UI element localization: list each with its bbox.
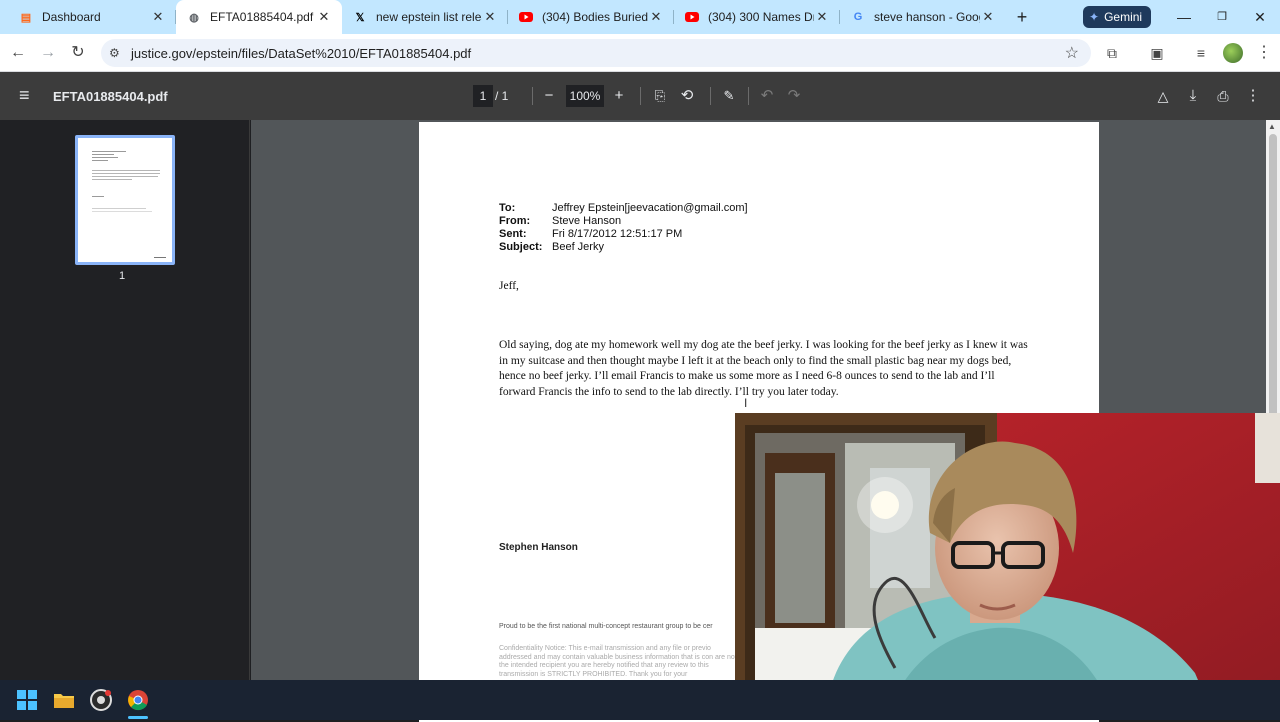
close-icon[interactable]: ✕ [150, 9, 166, 25]
pdf-filename: EFTA01885404.pdf [53, 89, 168, 104]
from-label: From: [499, 215, 531, 227]
download-icon[interactable]: ⤓ [1182, 85, 1204, 107]
obs-app-icon[interactable] [89, 688, 113, 712]
zoom-out-icon[interactable]: − [538, 85, 560, 107]
rotate-icon[interactable]: ⟲ [676, 85, 698, 107]
page-thumbnail[interactable] [75, 135, 175, 265]
more-menu-icon[interactable]: ⋮ [1252, 41, 1276, 65]
active-app-indicator [128, 716, 148, 719]
pdf-more-icon[interactable]: ⋮ [1242, 85, 1264, 107]
close-icon[interactable]: ✕ [980, 9, 996, 25]
close-icon[interactable]: ✕ [648, 9, 664, 25]
email-subject: Subject: Beef Jerky [499, 241, 604, 253]
text-cursor-icon: I [744, 396, 748, 410]
close-icon[interactable]: ✕ [482, 9, 498, 25]
scroll-up-icon[interactable]: ▲ [1268, 122, 1276, 131]
thumbnail-page-number: 1 [119, 270, 126, 282]
tab-title: new epstein list released [376, 10, 482, 24]
tab-title: steve hanson - Google S [874, 10, 980, 24]
forward-button[interactable]: → [36, 41, 60, 65]
tab-pdf[interactable]: ◍ EFTA01885404.pdf ✕ [176, 0, 342, 34]
page-number-input[interactable]: 1 [473, 85, 493, 107]
extensions-icon[interactable]: ⧉ [1100, 41, 1124, 65]
subject-label: Subject: [499, 241, 543, 253]
sidebar-menu-icon[interactable]: ≡ [19, 86, 30, 104]
youtube-icon [684, 9, 700, 25]
tab-search-icon[interactable]: ▣ [1145, 41, 1169, 65]
tab-youtube-1[interactable]: (304) Bodies Buried on E ✕ [508, 0, 674, 34]
youtube-icon [518, 9, 534, 25]
reload-button[interactable]: ↻ [66, 41, 90, 65]
from-value: Steve Hanson [552, 215, 622, 227]
gemini-icon: ✦ [1089, 10, 1100, 24]
undo-icon[interactable]: ↶ [756, 85, 778, 107]
x-icon: 𝕏 [355, 11, 365, 24]
tab-title: EFTA01885404.pdf [210, 10, 314, 24]
tab-x-search[interactable]: 𝕏 new epstein list released ✕ [342, 0, 508, 34]
url-text[interactable]: justice.gov/epstein/files/DataSet%2010/E… [131, 46, 471, 61]
windows-taskbar [0, 680, 1280, 720]
email-from: From: Steve Hanson [499, 215, 621, 227]
tab-strip: ▤ Dashboard ✕ ◍ EFTA01885404.pdf ✕ 𝕏 new… [0, 0, 1280, 34]
tab-google[interactable]: G steve hanson - Google S ✕ [840, 0, 1006, 34]
tab-title: Dashboard [42, 10, 101, 24]
print-icon[interactable]: ⎙ [1212, 85, 1234, 107]
file-explorer-icon[interactable] [52, 688, 76, 712]
webcam-feed-image [735, 413, 1280, 720]
zoom-in-icon[interactable]: + [608, 85, 630, 107]
globe-icon: ◍ [189, 11, 199, 24]
sent-label: Sent: [499, 228, 527, 240]
media-control-icon[interactable]: ≡ [1189, 41, 1213, 65]
google-icon: G [853, 11, 863, 23]
email-to: To: Jeffrey Epstein[jeevacation@gmail.com… [499, 202, 748, 214]
windows-start-icon[interactable] [15, 688, 39, 712]
browser-toolbar: ← → ↻ ⚙ justice.gov/epstein/files/DataSe… [0, 34, 1280, 72]
tab-youtube-2[interactable]: (304) 300 Names Dropp ✕ [674, 0, 840, 34]
annotate-pen-icon[interactable]: ✎ [718, 85, 740, 107]
substack-icon: ▤ [20, 11, 32, 24]
email-body: Old saying, dog ate my homework well my … [499, 339, 1028, 398]
gemini-label: Gemini [1104, 10, 1143, 24]
drive-save-icon[interactable]: △ [1152, 85, 1174, 107]
webcam-overlay [735, 413, 1280, 720]
bookmark-star-icon[interactable]: ☆ [1065, 43, 1079, 63]
chrome-icon[interactable] [126, 688, 150, 712]
tab-dashboard[interactable]: ▤ Dashboard ✕ [8, 0, 176, 34]
page-total: / 1 [495, 89, 509, 103]
minimize-button[interactable]: — [1164, 0, 1204, 34]
pdf-thumbnail-sidebar: 1 [0, 120, 250, 680]
close-icon[interactable]: ✕ [814, 9, 830, 25]
email-greeting: Jeff, [499, 280, 519, 292]
site-info-icon[interactable]: ⚙ [109, 46, 129, 60]
close-icon[interactable]: ✕ [316, 9, 332, 25]
tab-title: (304) Bodies Buried on E [542, 10, 648, 24]
email-signature: Stephen Hanson [499, 542, 578, 553]
gemini-button[interactable]: ✦ Gemini [1083, 6, 1151, 28]
to-value: Jeffrey Epstein[jeevacation@gmail.com] [552, 202, 748, 214]
new-tab-button[interactable]: + [1011, 6, 1033, 28]
tab-title: (304) 300 Names Dropp [708, 10, 814, 24]
pdf-toolbar: ≡ EFTA01885404.pdf 1 / 1 − 100% + ⎘ ⟲ ✎ … [0, 72, 1280, 120]
fit-page-icon[interactable]: ⎘ [649, 85, 671, 107]
window-close-button[interactable]: ✕ [1240, 0, 1280, 34]
profile-avatar[interactable] [1223, 43, 1243, 63]
zoom-level-input[interactable]: 100% [566, 85, 604, 107]
email-sent: Sent: Fri 8/17/2012 12:51:17 PM [499, 228, 682, 240]
email-footer-tagline: Proud to be the first national multi-con… [499, 623, 713, 630]
subject-value: Beef Jerky [552, 241, 604, 253]
address-bar[interactable]: ⚙ justice.gov/epstein/files/DataSet%2010… [101, 39, 1091, 67]
email-confidentiality-notice: Confidentiality Notice: This e-mail tran… [499, 645, 737, 678]
back-button[interactable]: ← [6, 41, 30, 65]
redo-icon[interactable]: ↷ [783, 85, 805, 107]
restore-button[interactable]: ❐ [1202, 0, 1242, 34]
to-label: To: [499, 202, 516, 214]
sent-value: Fri 8/17/2012 12:51:17 PM [552, 228, 683, 240]
